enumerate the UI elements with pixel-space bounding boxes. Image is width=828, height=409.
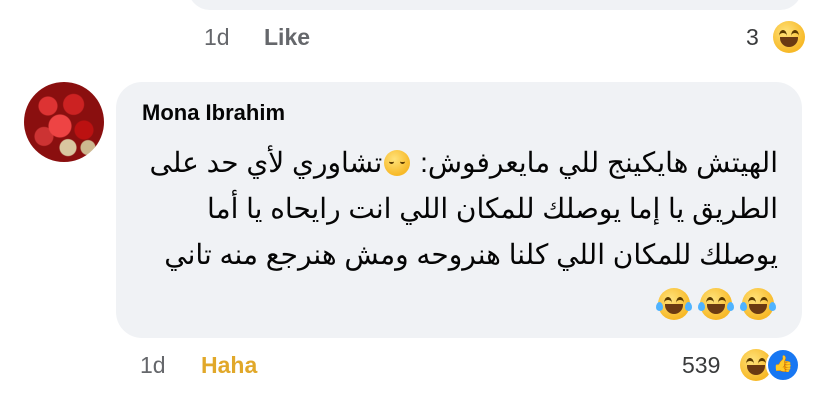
avatar[interactable] [24, 82, 104, 162]
trailing-emojis [656, 288, 778, 322]
like-button[interactable]: Like [264, 24, 310, 51]
haha-reaction-button[interactable]: Haha [201, 352, 257, 379]
comment-author[interactable]: Mona Ibrahim [142, 100, 285, 126]
laughing-emoji-icon[interactable] [773, 21, 805, 53]
previous-comment-time[interactable]: 1d [204, 24, 230, 51]
comment-line3: يوصلك للمكان اللي كلنا هنروحه ومش هنرجع … [164, 239, 778, 270]
comment-line2: الطريق يا إما يوصلك للمكان اللي انت رايح… [207, 193, 778, 224]
comment-actions: 1d Haha 539 👍 [0, 346, 828, 386]
comment-line1: الهيتش هايكينج للي مايعرفوش: [412, 147, 778, 178]
previous-comment-bubble [188, 0, 802, 10]
comment-time[interactable]: 1d [140, 352, 166, 379]
comment-line1-continued: تشاوري لأي حد على [149, 147, 383, 178]
like-thumb-icon[interactable]: 👍 [766, 348, 800, 382]
comment-text: الهيتش هايكينج للي مايعرفوش: تشاوري لأي … [138, 140, 779, 278]
reaction-count[interactable]: 539 [682, 352, 720, 379]
tears-of-joy-emoji-icon [740, 288, 776, 320]
tears-of-joy-emoji-icon [656, 288, 692, 320]
relieved-face-emoji-icon [384, 150, 411, 176]
previous-comment-actions: 1d Like 3 [0, 20, 828, 60]
tears-of-joy-emoji-icon [698, 288, 734, 320]
comment-bubble: Mona Ibrahim الهيتش هايكينج للي مايعرفوش… [116, 82, 802, 338]
previous-reaction-count[interactable]: 3 [746, 24, 759, 51]
